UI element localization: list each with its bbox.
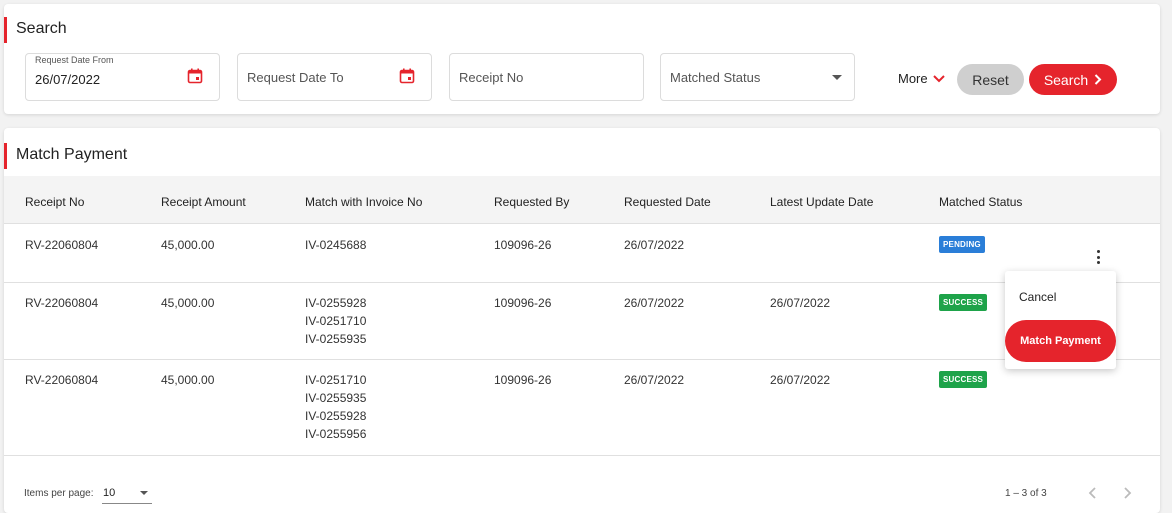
- row-actions-menu: Cancel Match Payment: [1005, 271, 1116, 369]
- chevron-down-icon: [932, 74, 945, 82]
- request-date-from-label: Request Date From: [35, 55, 114, 65]
- invoice-no: IV-0255956: [305, 427, 367, 441]
- latest-update-cell: 26/07/2022: [770, 373, 831, 387]
- latest-update-cell: 26/07/2022: [770, 296, 831, 310]
- status-badge: SUCCESS: [939, 371, 988, 388]
- match-payment-title: Match Payment: [4, 143, 127, 169]
- paginator: Items per page: 10 1 – 3 of 3: [4, 458, 1160, 513]
- receipt-no-placeholder: Receipt No: [459, 70, 524, 85]
- request-date-to-placeholder: Request Date To: [247, 70, 344, 85]
- chevron-right-icon[interactable]: [1120, 486, 1134, 500]
- receipt-no-field[interactable]: Receipt No: [449, 53, 644, 101]
- column-header-requested-by[interactable]: Requested By: [494, 195, 569, 209]
- page-range-label: 1 – 3 of 3: [1005, 488, 1047, 499]
- chevron-left-icon[interactable]: [1086, 486, 1100, 500]
- invoice-no: IV-0255928: [305, 409, 367, 423]
- match-payment-panel: Match Payment Receipt No Receipt Amount …: [4, 128, 1160, 513]
- requested-by-cell: 109096-26: [494, 238, 552, 252]
- match-payment-menu-item[interactable]: Match Payment: [1005, 320, 1116, 362]
- reset-button[interactable]: Reset: [957, 64, 1024, 95]
- invoice-no: IV-0251710: [305, 314, 367, 328]
- invoice-no-cell: IV-0255928 IV-0251710 IV-0255935: [305, 294, 366, 348]
- items-per-page-value: 10: [103, 487, 116, 499]
- kebab-icon[interactable]: [1092, 248, 1104, 266]
- requested-by-cell: 109096-26: [494, 373, 552, 387]
- receipt-no-cell: RV-22060804: [25, 296, 99, 310]
- request-date-from-field[interactable]: Request Date From 26/07/2022: [25, 53, 220, 101]
- more-filters-button[interactable]: More: [898, 71, 945, 86]
- requested-date-cell: 26/07/2022: [624, 373, 685, 387]
- calendar-icon[interactable]: [399, 68, 415, 84]
- request-date-to-field[interactable]: Request Date To: [237, 53, 432, 101]
- matched-status-placeholder: Matched Status: [670, 70, 761, 85]
- invoice-no: IV-0255935: [305, 391, 367, 405]
- table-row: RV-22060804 45,000.00 IV-0251710 IV-0255…: [4, 360, 1160, 456]
- column-header-receipt-amount[interactable]: Receipt Amount: [161, 195, 246, 209]
- status-badge: PENDING: [939, 236, 985, 253]
- column-header-receipt-no[interactable]: Receipt No: [25, 195, 84, 209]
- status-badge: SUCCESS: [939, 294, 988, 311]
- receipt-no-cell: RV-22060804: [25, 238, 99, 252]
- search-title: Search: [4, 17, 67, 43]
- requested-date-cell: 26/07/2022: [624, 238, 685, 252]
- receipt-no-cell: RV-22060804: [25, 373, 99, 387]
- table-header: Receipt No Receipt Amount Match with Inv…: [4, 176, 1160, 224]
- matched-status-select[interactable]: Matched Status: [660, 53, 855, 101]
- search-button[interactable]: Search: [1029, 64, 1117, 95]
- receipt-amount-cell: 45,000.00: [161, 373, 215, 387]
- table-row: RV-22060804 45,000.00 IV-0245688 109096-…: [4, 225, 1160, 283]
- receipt-amount-cell: 45,000.00: [161, 238, 215, 252]
- caret-down-icon: [832, 75, 842, 80]
- more-label: More: [898, 71, 928, 86]
- cancel-menu-item[interactable]: Cancel: [1019, 290, 1056, 304]
- column-header-requested-date[interactable]: Requested Date: [624, 195, 711, 209]
- request-date-from-value: 26/07/2022: [35, 72, 101, 87]
- items-per-page-select[interactable]: 10: [102, 484, 152, 504]
- caret-down-icon: [140, 491, 148, 495]
- column-header-latest-update-date[interactable]: Latest Update Date: [770, 195, 873, 209]
- invoice-no-cell: IV-0245688: [305, 236, 366, 254]
- invoice-no: IV-0255928: [305, 296, 367, 310]
- items-per-page-label: Items per page:: [24, 488, 94, 499]
- invoice-no: IV-0255935: [305, 332, 367, 346]
- table-row: RV-22060804 45,000.00 IV-0255928 IV-0251…: [4, 283, 1160, 360]
- column-header-matched-status[interactable]: Matched Status: [939, 195, 1022, 209]
- requested-date-cell: 26/07/2022: [624, 296, 685, 310]
- invoice-no: IV-0251710: [305, 373, 367, 387]
- chevron-right-icon: [1094, 74, 1102, 85]
- requested-by-cell: 109096-26: [494, 296, 552, 310]
- search-button-label: Search: [1043, 71, 1089, 88]
- invoice-no: IV-0245688: [305, 238, 367, 252]
- search-panel: Search Request Date From 26/07/2022 Requ…: [4, 4, 1160, 114]
- invoice-no-cell: IV-0251710 IV-0255935 IV-0255928 IV-0255…: [305, 371, 366, 443]
- calendar-icon[interactable]: [187, 68, 203, 84]
- receipt-amount-cell: 45,000.00: [161, 296, 215, 310]
- column-header-invoice-no[interactable]: Match with Invoice No: [305, 195, 422, 209]
